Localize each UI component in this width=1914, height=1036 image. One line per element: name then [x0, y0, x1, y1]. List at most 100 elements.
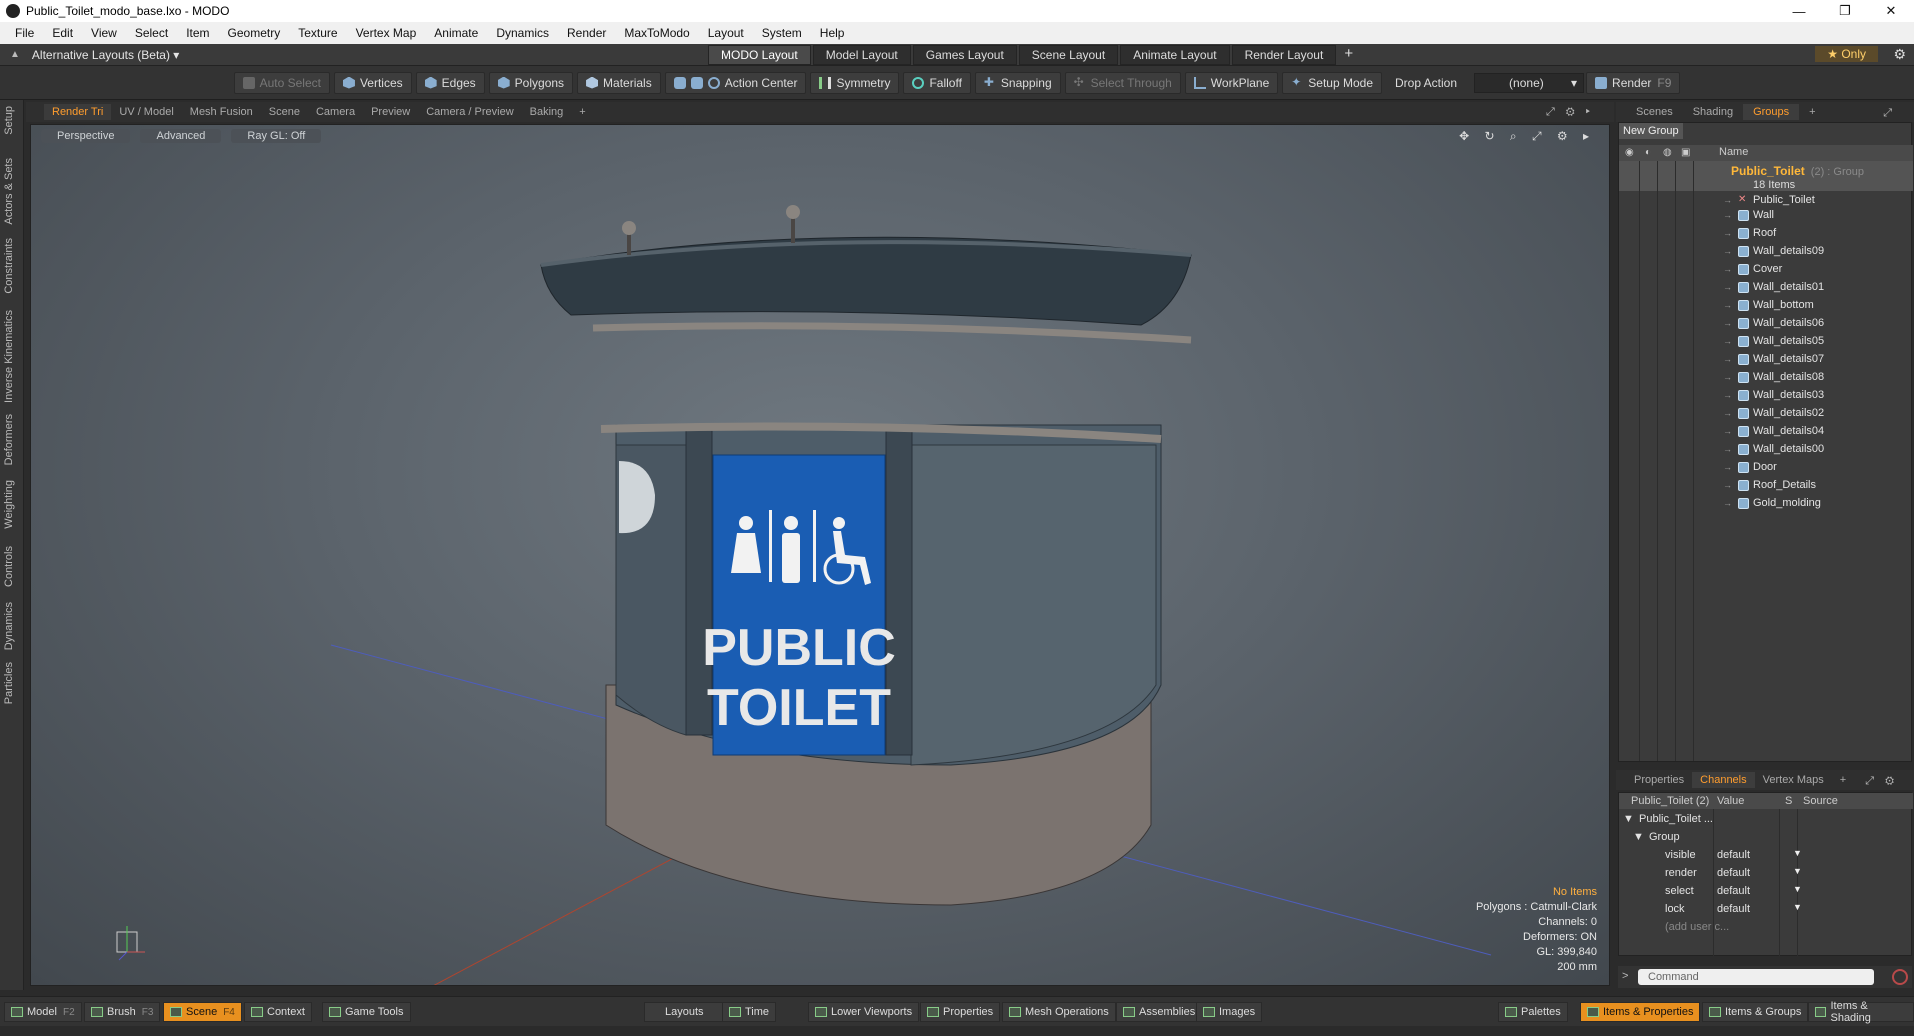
list-item[interactable]: → Wall_details01 — [1723, 278, 1824, 296]
new-group-button[interactable]: New Group — [1619, 123, 1683, 139]
3d-viewport[interactable]: Perspective Advanced Ray GL: Off ✥ ↻ ⌕ ⤢… — [30, 124, 1610, 986]
render-toggle-icon[interactable]: ◐ — [1645, 147, 1657, 159]
menu-file[interactable]: File — [6, 26, 43, 40]
items-properties-button[interactable]: Items & Properties — [1580, 1002, 1701, 1022]
scene-button[interactable]: Scene F4 — [163, 1002, 242, 1022]
tab-games-layout[interactable]: Games Layout — [912, 45, 1017, 65]
list-item[interactable]: → Wall_details06 — [1723, 314, 1824, 332]
tab-uv-model[interactable]: UV / Model — [111, 104, 181, 120]
channels-item-header[interactable]: Public_Toilet (2) — [1631, 795, 1709, 807]
list-item[interactable]: → Wall_details08 — [1723, 368, 1824, 386]
list-item[interactable]: → Wall_bottom — [1723, 296, 1814, 314]
tab-shading[interactable]: Shading — [1683, 104, 1743, 120]
channel-root-row[interactable]: ▼ Public_Toilet ... — [1619, 811, 1913, 829]
vtab-inverse-kinematics[interactable]: Inverse Kinematics — [3, 310, 15, 403]
right-panel-icons[interactable]: ⤢ — [1873, 105, 1906, 122]
viewport-panel-icons[interactable]: ⤢ ⚙ ▸ — [1538, 104, 1602, 121]
list-item[interactable]: → Roof — [1723, 224, 1776, 242]
vertices-button[interactable]: Vertices — [333, 71, 412, 94]
add-properties-tab-button[interactable]: + — [1832, 772, 1854, 788]
menu-layout[interactable]: Layout — [699, 26, 753, 40]
tab-animate-layout[interactable]: Animate Layout — [1120, 45, 1230, 65]
only-toggle[interactable]: ★ Only — [1815, 46, 1878, 62]
tab-camera-preview[interactable]: Camera / Preview — [418, 104, 521, 120]
menu-system[interactable]: System — [753, 26, 811, 40]
game-tools-button[interactable]: Game Tools — [322, 1002, 411, 1022]
collapse-up-icon[interactable]: ▲ — [10, 49, 20, 60]
properties-button[interactable]: Properties — [920, 1002, 1001, 1022]
list-item[interactable]: → Wall_details02 — [1723, 404, 1824, 422]
falloff-button[interactable]: Falloff — [903, 71, 971, 94]
visibility-eye-icon[interactable]: ◉ — [1625, 147, 1637, 159]
menu-vertex-map[interactable]: Vertex Map — [347, 26, 426, 40]
tab-properties[interactable]: Properties — [1626, 772, 1692, 788]
close-button[interactable]: ✕ — [1868, 0, 1914, 22]
tab-baking[interactable]: Baking — [522, 104, 572, 120]
menu-help[interactable]: Help — [811, 26, 854, 40]
list-item[interactable]: → Wall_details00 — [1723, 440, 1824, 458]
tab-vertex-maps[interactable]: Vertex Maps — [1755, 772, 1832, 788]
channel-row[interactable]: visible default ▼ — [1619, 847, 1913, 865]
channel-row[interactable]: lock default ▼ — [1619, 901, 1913, 919]
vtab-setup[interactable]: Setup — [3, 106, 15, 135]
list-item[interactable]: → Wall_details05 — [1723, 332, 1824, 350]
add-right-tab-button[interactable]: + — [1799, 104, 1825, 120]
chevron-down-icon[interactable]: ▼ — [1793, 884, 1802, 894]
model-button[interactable]: Model F2 — [4, 1002, 82, 1022]
palettes-button[interactable]: Palettes — [1498, 1002, 1568, 1022]
properties-panel-icons[interactable]: ⤢ ⚙ — [1857, 773, 1906, 790]
menu-texture[interactable]: Texture — [289, 26, 346, 40]
lock-toggle-icon[interactable]: ▣ — [1681, 147, 1693, 159]
expand-arrow-icon[interactable]: ▼ — [1623, 813, 1634, 825]
drop-action-dropdown[interactable]: (none) ▾ — [1474, 72, 1585, 93]
channels-value-header[interactable]: Value — [1717, 795, 1744, 807]
minimize-button[interactable]: — — [1776, 0, 1822, 22]
chevron-down-icon[interactable]: ▼ — [1793, 902, 1802, 912]
list-item[interactable]: → Roof_Details — [1723, 476, 1816, 494]
list-item[interactable]: → Cover — [1723, 260, 1782, 278]
setup-mode-button[interactable]: ✦ Setup Mode — [1282, 71, 1382, 94]
channel-row[interactable]: select default ▼ — [1619, 883, 1913, 901]
alternative-layouts-dropdown[interactable]: Alternative Layouts (Beta) ▾ — [32, 48, 179, 62]
group-title[interactable]: Public_Toilet (2) : Group — [1731, 164, 1864, 178]
lower-viewports-button[interactable]: Lower Viewports — [808, 1002, 920, 1022]
vtab-weighting[interactable]: Weighting — [3, 480, 15, 529]
record-macro-icon[interactable] — [1892, 969, 1908, 985]
channels-s-header[interactable]: S — [1785, 795, 1792, 807]
menu-geometry[interactable]: Geometry — [219, 26, 290, 40]
channel-value[interactable]: default — [1717, 867, 1750, 879]
name-column-header[interactable]: Name — [1719, 146, 1748, 158]
menu-edit[interactable]: Edit — [43, 26, 82, 40]
list-item[interactable]: → Gold_molding — [1723, 494, 1821, 512]
tab-channels[interactable]: Channels — [1692, 772, 1755, 788]
tab-modo-layout[interactable]: MODO Layout — [708, 45, 811, 65]
render-button[interactable]: Render F9 — [1586, 71, 1681, 94]
list-item[interactable]: → Wall_details09 — [1723, 242, 1824, 260]
menu-animate[interactable]: Animate — [425, 26, 487, 40]
vtab-particles[interactable]: Particles — [3, 662, 15, 704]
expand-arrow-icon[interactable]: ▼ — [1633, 831, 1644, 843]
items-groups-button[interactable]: Items & Groups — [1702, 1002, 1809, 1022]
list-item[interactable]: → Wall — [1723, 206, 1774, 224]
assemblies-button[interactable]: Assemblies — [1116, 1002, 1203, 1022]
command-input[interactable]: Command — [1638, 969, 1874, 985]
layouts-button[interactable]: Layouts — [644, 1002, 725, 1022]
vtab-constraints[interactable]: Constraints — [3, 238, 15, 294]
channel-value[interactable]: default — [1717, 903, 1750, 915]
menu-view[interactable]: View — [82, 26, 126, 40]
images-button[interactable]: Images — [1196, 1002, 1263, 1022]
auto-select-button[interactable]: Auto Select — [233, 71, 330, 94]
channel-value[interactable]: default — [1717, 885, 1750, 897]
menu-select[interactable]: Select — [126, 26, 177, 40]
channels-source-header[interactable]: Source — [1803, 795, 1838, 807]
add-layout-button[interactable]: + — [1338, 45, 1359, 65]
list-item[interactable]: → Wall_details04 — [1723, 422, 1824, 440]
menu-maxtomodo[interactable]: MaxToModo — [615, 26, 698, 40]
context-button[interactable]: Context — [244, 1002, 312, 1022]
tab-render-layout[interactable]: Render Layout — [1231, 45, 1337, 65]
list-item[interactable]: → Wall_details03 — [1723, 386, 1824, 404]
menu-dynamics[interactable]: Dynamics — [487, 26, 558, 40]
restore-button[interactable]: ❐ — [1822, 0, 1868, 22]
tab-model-layout[interactable]: Model Layout — [812, 45, 911, 65]
materials-button[interactable]: Materials — [577, 71, 661, 94]
